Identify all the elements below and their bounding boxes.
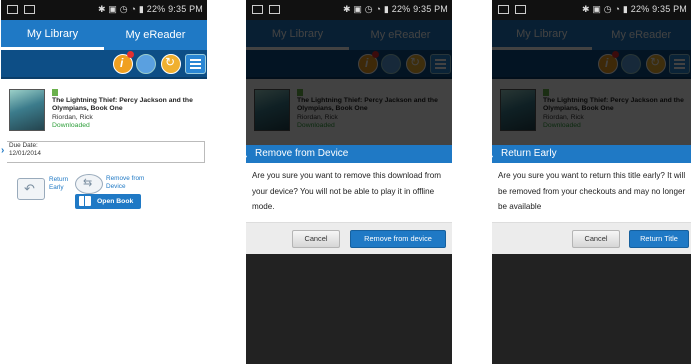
clock: 9:35 PM (168, 4, 203, 14)
notification-icon (252, 5, 263, 14)
chevron-right-icon: › (492, 148, 493, 166)
phone-screen-return-dialog: ✱ ▣ ◷ ◔ ▮ 22% 9:35 PM My Library My eRea… (492, 0, 691, 364)
dialog-button-row: Cancel Return Title (492, 222, 691, 254)
dialog-title: › Return Early (492, 145, 691, 163)
chevron-right-icon: › (246, 148, 247, 166)
toolbar (1, 50, 207, 79)
cancel-button[interactable]: Cancel (572, 230, 620, 248)
dialog-button-row: Cancel Remove from device (246, 222, 452, 254)
remove-from-device-dialog: › Remove from Device Are you sure you wa… (246, 145, 452, 254)
return-early-button[interactable] (17, 178, 45, 200)
image-icon (269, 5, 280, 14)
due-date-value: 12/01/2014 (9, 150, 41, 157)
status-icons: ✱ ▣ ◷ ◔ ▮ (342, 4, 392, 14)
tab-my-ereader[interactable]: My eReader (104, 20, 207, 50)
battery-level: 22% (630, 4, 650, 14)
remove-from-device-confirm-button[interactable]: Remove from device (350, 230, 446, 248)
dialog-title: › Remove from Device (246, 145, 452, 163)
return-title-button[interactable]: Return Title (629, 230, 689, 248)
library-content: The Lightning Thief: Percy Jackson and t… (1, 79, 207, 364)
return-early-dialog: › Return Early Are you sure you want to … (492, 145, 691, 254)
notification-icon (7, 5, 18, 14)
ebook-format-icon (52, 89, 58, 96)
notification-badge (127, 51, 134, 58)
battery-level: 22% (391, 4, 411, 14)
cancel-button[interactable]: Cancel (292, 230, 340, 248)
status-icons: ✱ ▣ ◷ ◔ ▮ (581, 4, 631, 14)
modal-backdrop (492, 253, 691, 364)
dialog-title-text: Return Early (501, 148, 557, 159)
chevron-right-icon[interactable]: › (1, 145, 4, 156)
battery-level: 22% (146, 4, 166, 14)
status-bar: ✱ ▣ ◷ ◔ ▮ 22% 9:35 PM (492, 0, 691, 20)
dialog-title-text: Remove from Device (255, 148, 349, 159)
phone-screen-remove-dialog: ✱ ▣ ◷ ◔ ▮ 22% 9:35 PM My Library My eRea… (246, 0, 452, 364)
image-icon (24, 5, 35, 14)
image-icon (515, 5, 526, 14)
dialog-message: Are you sure you want to return this tit… (498, 171, 686, 211)
clock: 9:35 PM (652, 4, 687, 14)
book-title: The Lightning Thief: Percy Jackson and t… (52, 97, 193, 112)
open-book-label: Open Book (97, 198, 134, 205)
dialog-message: Are you sure you want to remove this dow… (252, 171, 441, 211)
search-icon[interactable] (136, 54, 156, 74)
remove-from-device-label[interactable]: Remove from Device (106, 175, 154, 191)
tab-bar: My Library My eReader (1, 20, 207, 50)
due-date-label: Due Date: (9, 142, 38, 149)
modal-backdrop (246, 253, 452, 364)
menu-icon[interactable] (185, 54, 206, 74)
status-bar: ✱ ▣ ◷ ◔ ▮ 22% 9:35 PM (246, 0, 452, 20)
book-cover[interactable] (9, 89, 45, 131)
download-status: Downloaded (52, 122, 90, 129)
return-early-label[interactable]: Return Early (49, 176, 73, 192)
refresh-icon[interactable] (161, 54, 181, 74)
book-author: Riordan, Rick (52, 114, 93, 121)
remove-from-device-button[interactable] (75, 174, 103, 194)
status-icons: ✱ ▣ ◷ ◔ ▮ (97, 4, 147, 14)
phone-screen-library: ✱ ▣ ◷ ◔ ▮ 22% 9:35 PM My Library My eRea… (1, 0, 207, 364)
open-book-button[interactable]: Open Book (75, 194, 141, 209)
notification-icon (498, 5, 509, 14)
book-icon (79, 196, 91, 206)
clock: 9:35 PM (413, 4, 448, 14)
status-bar: ✱ ▣ ◷ ◔ ▮ 22% 9:35 PM (1, 0, 207, 20)
tab-my-library[interactable]: My Library (1, 20, 104, 50)
